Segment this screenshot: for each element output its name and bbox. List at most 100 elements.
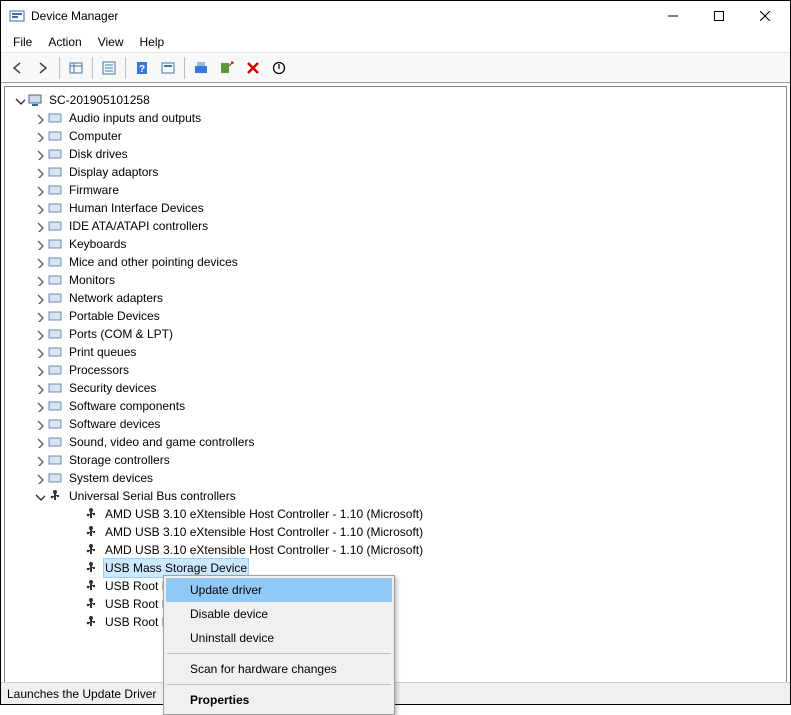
tree-category-label: Ports (COM & LPT) [67,325,175,343]
tree-category[interactable]: Print queues [9,343,786,361]
tree-category[interactable]: System devices [9,469,786,487]
tree-category[interactable]: Keyboards [9,235,786,253]
tree-category[interactable]: Mice and other pointing devices [9,253,786,271]
tree-category-label: Firmware [67,181,121,199]
svg-text:?: ? [139,64,145,75]
usb-dev-icon [83,596,99,612]
expander-icon[interactable] [31,274,47,286]
forward-button[interactable] [31,56,55,80]
tree-device[interactable]: USB Root Hub (USB 3.0) [9,577,786,595]
title-bar: Device Manager [1,1,790,31]
context-menu-item[interactable]: Update driver [166,578,392,602]
status-text: Launches the Update Driver [7,687,156,701]
menu-file[interactable]: File [5,33,40,51]
tree-category-label: Keyboards [67,235,128,253]
tree-device[interactable]: USB Root Hub (USB 3.0) [9,595,786,613]
software-icon [47,416,63,432]
tree-device[interactable]: AMD USB 3.10 eXtensible Host Controller … [9,505,786,523]
tree-category[interactable]: Software devices [9,415,786,433]
tree-root-label: SC-201905101258 [47,91,152,109]
tree-category[interactable]: Network adapters [9,289,786,307]
tree-category[interactable]: IDE ATA/ATAPI controllers [9,217,786,235]
tree-category[interactable]: Ports (COM & LPT) [9,325,786,343]
tree-category-label: Print queues [67,343,138,361]
tree-category[interactable]: Portable Devices [9,307,786,325]
expander-icon[interactable] [31,130,47,142]
menu-action[interactable]: Action [40,33,89,51]
properties-button[interactable] [97,56,121,80]
software-icon [47,398,63,414]
expander-icon[interactable] [31,310,47,322]
mouse-icon [47,254,63,270]
close-button[interactable] [742,1,788,31]
context-menu-item[interactable]: Uninstall device [166,626,392,650]
action-button[interactable] [156,56,180,80]
tree-device[interactable]: USB Mass Storage Device [9,559,786,577]
menu-help[interactable]: Help [132,33,173,51]
scan-hardware-button[interactable] [215,56,239,80]
tree-category[interactable]: Monitors [9,271,786,289]
expander-icon[interactable] [31,328,47,340]
update-driver-button[interactable] [189,56,213,80]
expander-icon[interactable] [31,346,47,358]
tree-category-label: Computer [67,127,124,145]
expander-icon[interactable] [31,112,47,124]
monitor-icon [47,272,63,288]
minimize-button[interactable] [650,1,696,31]
expander-icon[interactable] [31,418,47,430]
expander-icon[interactable] [31,292,47,304]
expander-icon[interactable] [11,94,27,106]
tree-root[interactable]: SC-201905101258 [9,91,786,109]
app-icon [9,8,25,24]
expander-icon[interactable] [31,454,47,466]
expander-icon[interactable] [31,184,47,196]
tree-device[interactable]: USB Root Hub (USB 3.0) [9,613,786,631]
maximize-button[interactable] [696,1,742,31]
tree-category[interactable]: Disk drives [9,145,786,163]
tree-device[interactable]: AMD USB 3.10 eXtensible Host Controller … [9,541,786,559]
expander-icon[interactable] [31,382,47,394]
usb-dev-icon [83,524,99,540]
context-menu-item[interactable]: Properties [166,688,392,712]
tree-category[interactable]: Security devices [9,379,786,397]
uninstall-button[interactable] [241,56,265,80]
tree-category[interactable]: Processors [9,361,786,379]
tree-category[interactable]: Firmware [9,181,786,199]
expander-icon[interactable] [31,472,47,484]
tree-category-label: Mice and other pointing devices [67,253,240,271]
disable-button[interactable] [267,56,291,80]
expander-icon[interactable] [31,436,47,448]
expander-icon[interactable] [31,400,47,412]
expander-icon[interactable] [31,148,47,160]
back-button[interactable] [5,56,29,80]
expander-icon[interactable] [31,166,47,178]
tree-category[interactable]: Storage controllers [9,451,786,469]
portable-icon [47,308,63,324]
tree-category[interactable]: Audio inputs and outputs [9,109,786,127]
context-menu-item[interactable]: Disable device [166,602,392,626]
device-tree[interactable]: SC-201905101258Audio inputs and outputsC… [5,87,786,684]
tree-category-label: Audio inputs and outputs [67,109,203,127]
tree-category[interactable]: Computer [9,127,786,145]
tree-category[interactable]: Universal Serial Bus controllers [9,487,786,505]
tree-category-label: Display adaptors [67,163,160,181]
usb-icon [47,488,63,504]
expander-icon[interactable] [31,220,47,232]
expander-icon[interactable] [31,256,47,268]
tree-category[interactable]: Human Interface Devices [9,199,786,217]
help-button[interactable]: ? [130,56,154,80]
expander-icon[interactable] [31,202,47,214]
usb-dev-icon [83,506,99,522]
expander-icon[interactable] [31,364,47,376]
menu-view[interactable]: View [90,33,132,51]
show-hidden-button[interactable] [64,56,88,80]
tree-category[interactable]: Display adaptors [9,163,786,181]
port-icon [47,326,63,342]
context-menu-item[interactable]: Scan for hardware changes [166,657,392,681]
tree-category-label: Monitors [67,271,117,289]
expander-icon[interactable] [31,238,47,250]
tree-device[interactable]: AMD USB 3.10 eXtensible Host Controller … [9,523,786,541]
expander-icon[interactable] [31,490,47,502]
tree-category[interactable]: Software components [9,397,786,415]
tree-category[interactable]: Sound, video and game controllers [9,433,786,451]
